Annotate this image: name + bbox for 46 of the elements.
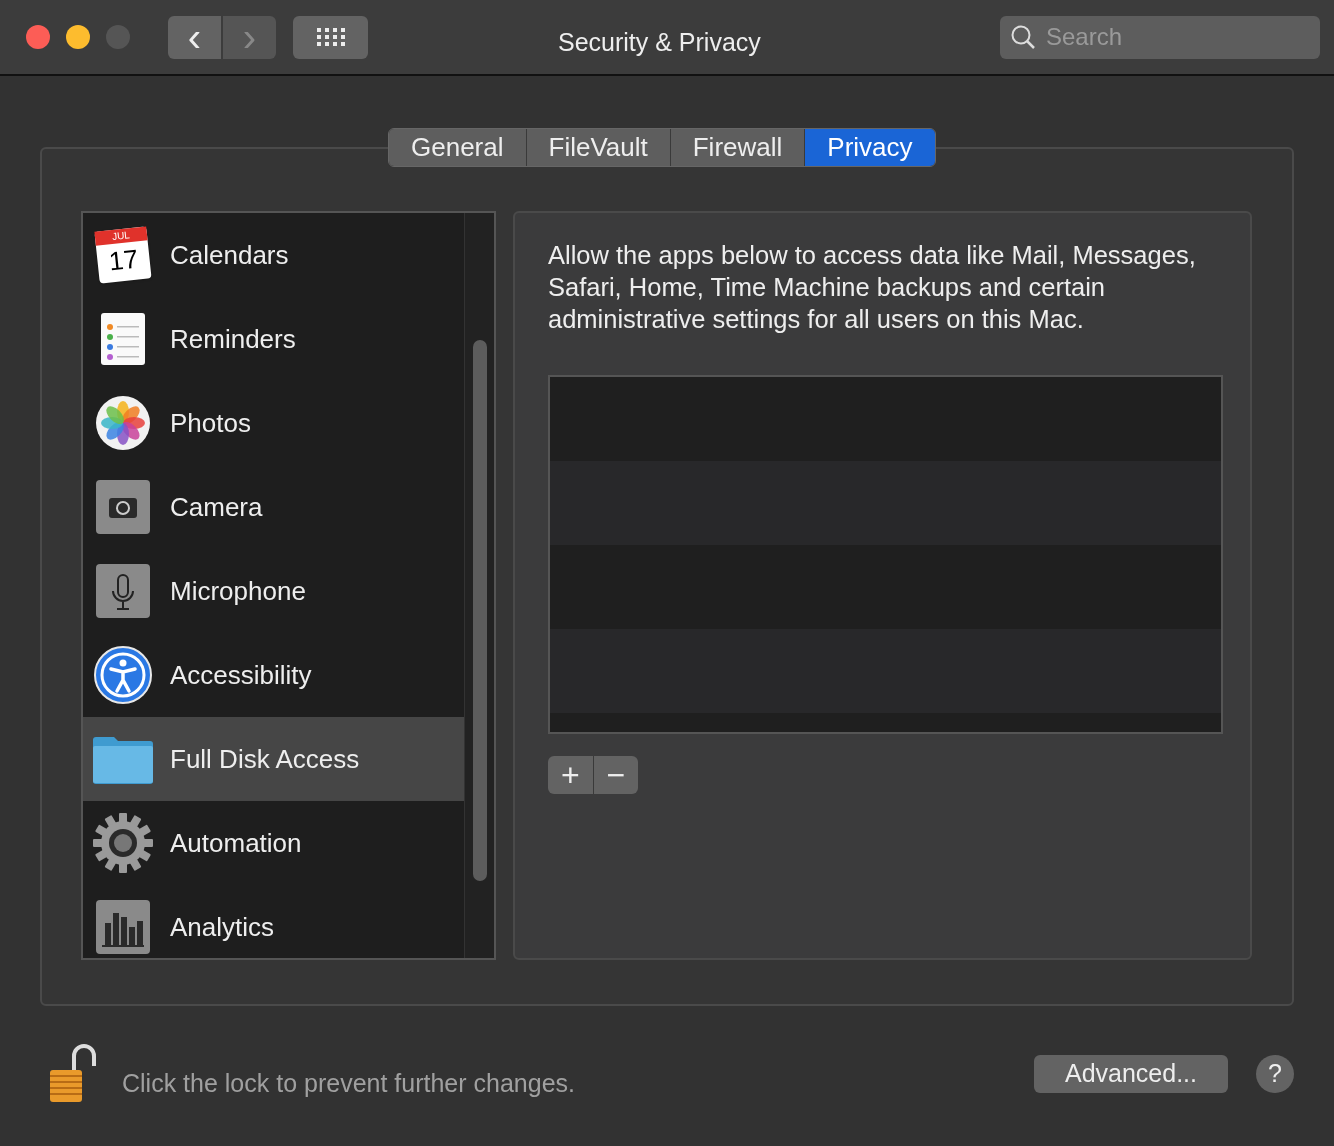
category-label: Photos (170, 406, 251, 440)
help-button[interactable]: ? (1256, 1055, 1294, 1093)
advanced-button[interactable]: Advanced... (1034, 1055, 1228, 1093)
bar-graph-icon (95, 899, 151, 955)
window-title: Security & Privacy (558, 27, 761, 58)
category-item[interactable]: Camera (83, 465, 464, 549)
category-label: Reminders (170, 322, 296, 356)
category-label: Automation (170, 826, 302, 860)
minimize-button[interactable] (66, 25, 90, 49)
grid-icon (315, 27, 346, 47)
microphone-icon (95, 563, 151, 619)
gear-icon (92, 812, 154, 874)
category-label: Camera (170, 490, 263, 524)
category-label: Accessibility (170, 658, 312, 692)
flower-icon (95, 395, 151, 451)
calendar-month: JUL (94, 226, 148, 246)
show-all-button[interactable] (293, 15, 368, 59)
category-label: Full Disk Access (170, 742, 360, 776)
tab[interactable]: Firewall (669, 129, 805, 166)
camera-icon (95, 479, 151, 535)
open-lock-icon[interactable] (48, 1044, 98, 1104)
category-item[interactable]: Reminders (83, 297, 464, 381)
tab[interactable]: General (389, 129, 526, 166)
category-item[interactable]: JUL 17 Calendars (83, 213, 464, 297)
tab[interactable]: FileVault (525, 129, 670, 166)
category-label: Analytics (170, 910, 275, 944)
close-button[interactable] (26, 25, 50, 49)
category-item[interactable]: Microphone (83, 549, 464, 633)
scroll-thumb[interactable] (472, 340, 487, 881)
remove-button[interactable]: − (593, 756, 638, 794)
search-icon (1010, 23, 1036, 50)
tab[interactable]: Privacy (804, 129, 935, 166)
category-label: Calendars (170, 238, 289, 272)
lock-hint-text: Click the lock to prevent further changes. (122, 1068, 575, 1100)
category-item[interactable]: Full Disk Access (83, 717, 464, 801)
category-item[interactable]: Photos (83, 381, 464, 465)
category-item[interactable]: Analytics (83, 885, 464, 958)
add-button[interactable]: + (548, 756, 594, 794)
category-item[interactable]: Accessibility (83, 633, 464, 717)
description-text: Allow the apps below to access data like Mail, Messages, Safari, Home, Time Machine backups and certain administrative settings for all users on this Mac. (548, 240, 1197, 335)
accessibility-icon (94, 646, 152, 704)
search-field[interactable]: Search (1000, 15, 1320, 59)
category-label: Microphone (170, 574, 306, 608)
back-button[interactable]: ‹ (168, 15, 221, 59)
folder-icon (92, 734, 154, 784)
category-item[interactable]: Automation (83, 801, 464, 885)
